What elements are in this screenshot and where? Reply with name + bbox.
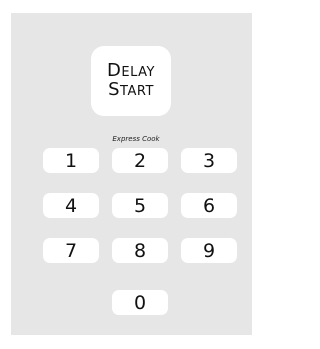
- delay-start-label-line2: Start: [108, 79, 154, 100]
- key-1[interactable]: 1: [43, 148, 99, 173]
- express-cook-label: Express Cook: [112, 135, 160, 143]
- key-9[interactable]: 9: [181, 238, 237, 263]
- key-4[interactable]: 4: [43, 193, 99, 218]
- key-7[interactable]: 7: [43, 238, 99, 263]
- delay-start-button[interactable]: Delay Start: [91, 46, 171, 116]
- key-5[interactable]: 5: [112, 193, 168, 218]
- key-2[interactable]: 2: [112, 148, 168, 173]
- key-0[interactable]: 0: [112, 290, 168, 315]
- key-6[interactable]: 6: [181, 193, 237, 218]
- key-8[interactable]: 8: [112, 238, 168, 263]
- key-3[interactable]: 3: [181, 148, 237, 173]
- control-panel: Delay Start Express Cook 1 2 3 4 5 6 7 8…: [11, 13, 252, 335]
